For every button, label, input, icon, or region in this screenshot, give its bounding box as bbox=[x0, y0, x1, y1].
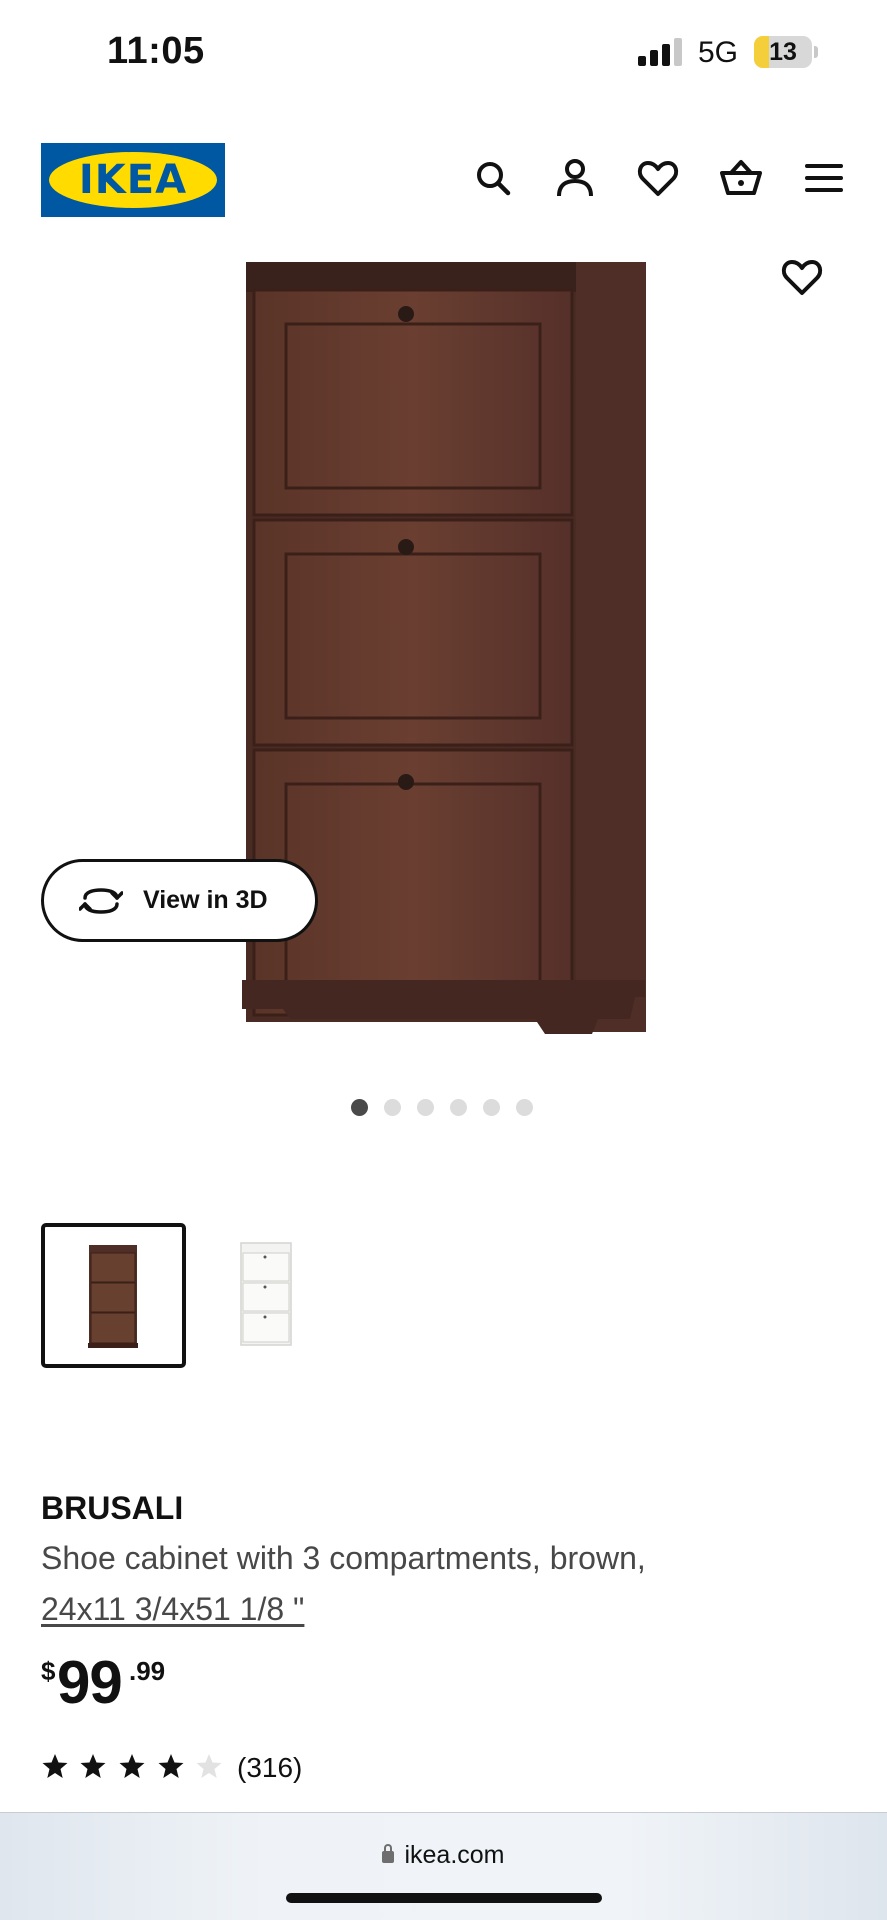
account-icon[interactable] bbox=[553, 156, 597, 200]
ikea-logo[interactable]: IKEA ® bbox=[41, 143, 225, 217]
favorites-icon[interactable] bbox=[636, 156, 680, 200]
cart-icon[interactable] bbox=[719, 156, 763, 200]
product-name: BRUSALI bbox=[41, 1490, 184, 1526]
carousel-dot[interactable] bbox=[516, 1099, 533, 1116]
product-size-link[interactable]: 24x11 3/4x51 1/8 " bbox=[41, 1591, 304, 1628]
star-icon bbox=[119, 1754, 145, 1778]
battery-tip bbox=[814, 46, 818, 58]
logo-text: IKEA bbox=[78, 157, 188, 203]
carousel-dot[interactable] bbox=[384, 1099, 401, 1116]
home-indicator[interactable] bbox=[286, 1893, 602, 1903]
product-image-carousel[interactable] bbox=[0, 262, 887, 1062]
star-icon bbox=[80, 1754, 106, 1778]
star-icon bbox=[196, 1754, 222, 1778]
view-in-3d-button[interactable]: View in 3D bbox=[41, 859, 318, 942]
status-bar: 11:05 5G 13 bbox=[0, 0, 887, 100]
carousel-dot[interactable] bbox=[417, 1099, 434, 1116]
menu-icon[interactable] bbox=[802, 156, 846, 200]
price-currency: $ bbox=[41, 1656, 56, 1686]
network-type: 5G bbox=[698, 36, 739, 69]
signal-icon bbox=[638, 38, 684, 66]
star-icon bbox=[42, 1754, 68, 1778]
browser-address-bar[interactable]: ikea.com bbox=[0, 1812, 887, 1920]
battery-level: 13 bbox=[769, 38, 797, 66]
status-time: 11:05 bbox=[107, 30, 205, 72]
search-icon[interactable] bbox=[471, 156, 515, 200]
product-description: Shoe cabinet with 3 compartments, brown, bbox=[41, 1540, 646, 1576]
price-decimal: .99 bbox=[129, 1656, 166, 1686]
variant-thumbnail-brown[interactable] bbox=[41, 1223, 186, 1368]
price-integer: 99 bbox=[57, 1649, 123, 1716]
url-text: ikea.com bbox=[404, 1841, 505, 1869]
view-in-3d-label: View in 3D bbox=[143, 886, 268, 914]
star-icon bbox=[158, 1754, 184, 1778]
lock-icon bbox=[382, 1844, 395, 1863]
rotate-3d-icon bbox=[79, 887, 123, 914]
review-count: (316) bbox=[237, 1752, 303, 1783]
product-favorite-icon[interactable] bbox=[780, 255, 824, 299]
battery-icon: 13 bbox=[754, 36, 812, 68]
variant-thumbnail-white[interactable] bbox=[195, 1223, 340, 1368]
carousel-dot[interactable] bbox=[351, 1099, 368, 1116]
carousel-dot[interactable] bbox=[450, 1099, 467, 1116]
product-image-brusali-brown bbox=[242, 262, 646, 1034]
carousel-dot[interactable] bbox=[483, 1099, 500, 1116]
